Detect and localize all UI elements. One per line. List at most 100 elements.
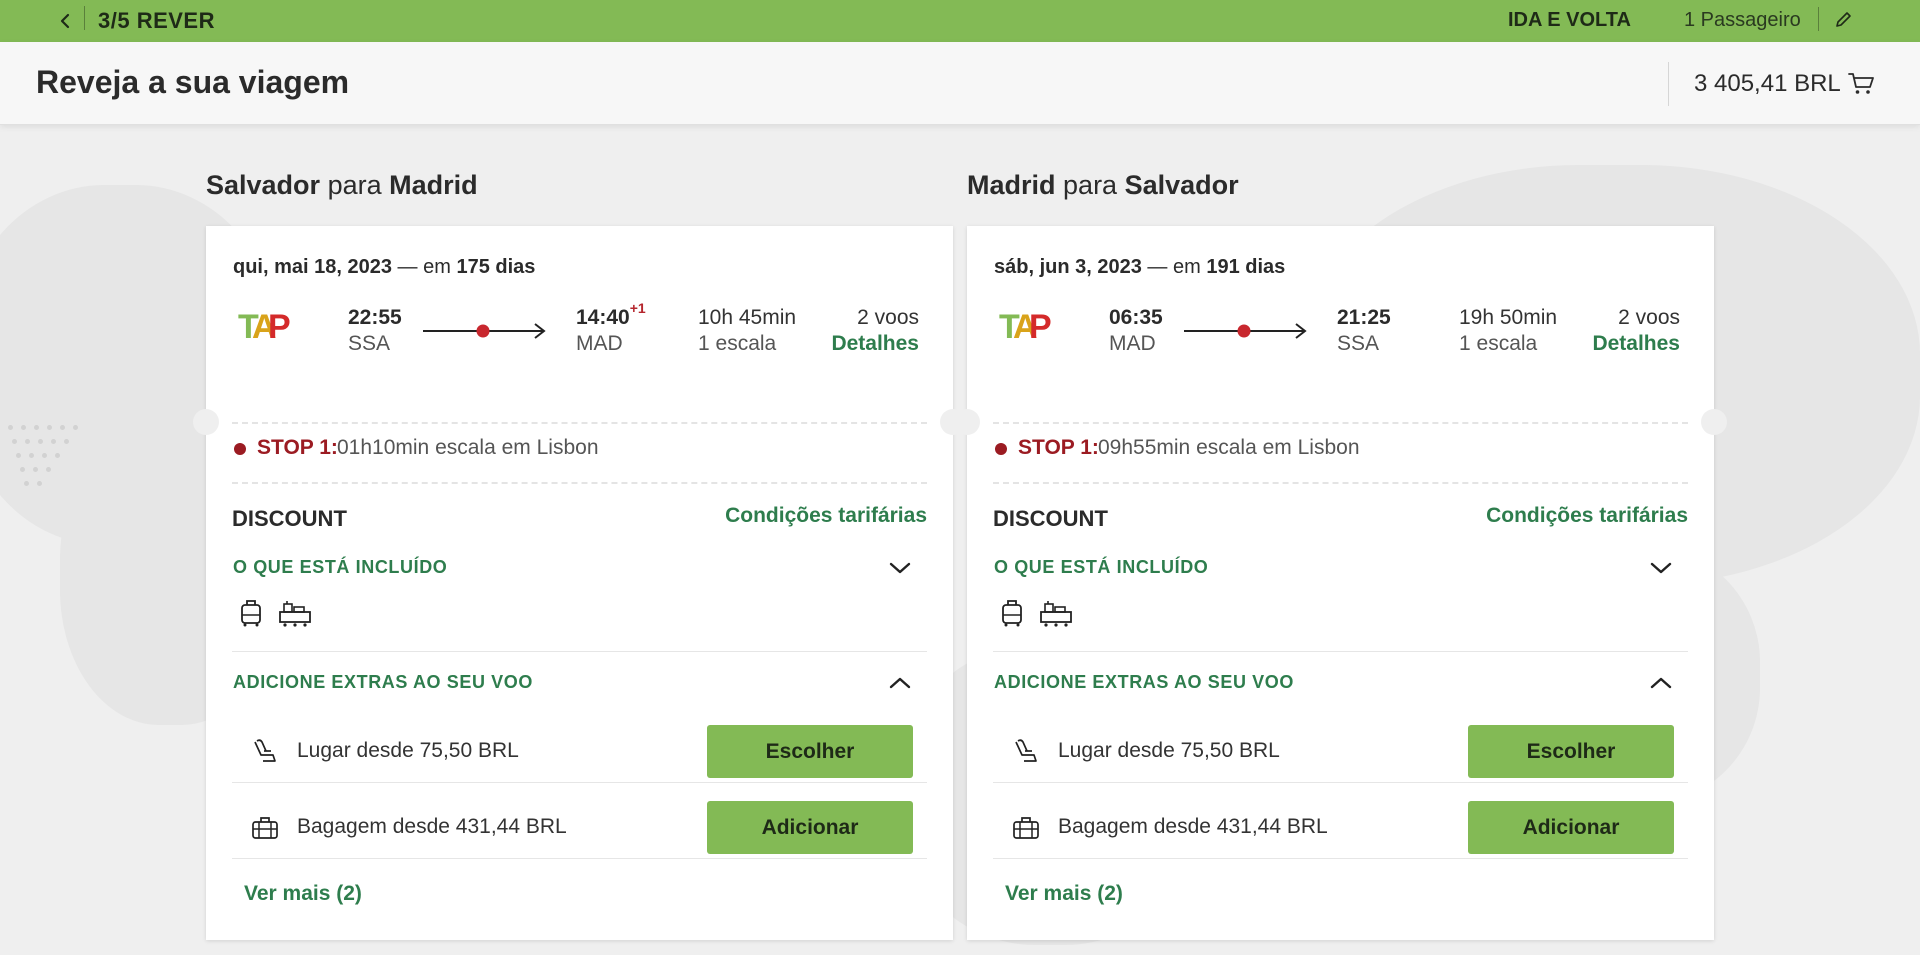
fare-conditions-link[interactable]: Condições tarifárias — [1486, 504, 1688, 528]
extras-section-label: ADICIONE EXTRAS AO SEU VOO — [994, 672, 1294, 692]
ticket-notch — [193, 409, 219, 435]
flight-date: sáb, jun 3, 2023 — em 191 dias — [994, 256, 1285, 279]
map-dot — [33, 467, 38, 472]
back-button[interactable] — [50, 6, 80, 36]
dashed-divider — [232, 482, 927, 484]
stop-layover-text: 01h10min escala em Lisbon — [337, 436, 599, 459]
extras-section-toggle[interactable]: ADICIONE EXTRAS AO SEU VOO — [993, 668, 1688, 698]
see-more-extras-link[interactable]: Ver mais (2) — [244, 882, 362, 906]
add-baggage-button[interactable]: Adicionar — [707, 801, 913, 854]
included-section-label: O QUE ESTÁ INCLUÍDO — [233, 557, 448, 577]
details-link[interactable]: Detalhes — [831, 332, 919, 356]
stop-layover-text: 09h55min escala em Lisbon — [1098, 436, 1360, 459]
map-dot — [42, 453, 47, 458]
trip-type-label: IDA E VOLTA — [1508, 9, 1631, 31]
seat-icon — [254, 739, 276, 762]
flight-date-suffix: — em — [1147, 256, 1201, 278]
stop-label: STOP 1: — [257, 436, 338, 459]
svg-text:P: P — [268, 308, 291, 344]
flight-date: qui, mai 18, 2023 — em 175 dias — [233, 256, 535, 279]
flight-date-suffix: — em — [397, 256, 451, 278]
map-dot — [60, 425, 65, 430]
fare-conditions-link[interactable]: Condições tarifárias — [725, 504, 927, 528]
baggage-extra-row: Bagagem desde 431,44 BRL Adicionar — [232, 791, 927, 865]
map-dot — [47, 425, 52, 430]
map-dot — [24, 481, 29, 486]
departure-time: 06:35 — [1109, 306, 1163, 329]
fare-family-name: DISCOUNT — [993, 506, 1108, 531]
stop-count: 1 escala — [698, 332, 777, 355]
section-divider — [232, 651, 927, 652]
add-baggage-button[interactable]: Adicionar — [1468, 801, 1674, 854]
extras-section-label: ADICIONE EXTRAS AO SEU VOO — [233, 672, 533, 692]
row-divider — [993, 858, 1688, 859]
flight-card: sáb, jun 3, 2023 — em 191 dias T A P 06:… — [954, 226, 1727, 940]
section-divider — [993, 651, 1688, 652]
included-section-toggle[interactable]: O QUE ESTÁ INCLUÍDO — [232, 553, 927, 583]
step-indicator: 3/5 REVER — [98, 8, 215, 33]
choose-seat-button[interactable]: Escolher — [707, 725, 913, 778]
suitcase-icon — [252, 817, 278, 839]
included-section-toggle[interactable]: O QUE ESTÁ INCLUÍDO — [993, 553, 1688, 583]
top-bar: 3/5 REVER IDA E VOLTA 1 Passageiro — [0, 0, 1920, 42]
baggage-extra-row: Bagagem desde 431,44 BRL Adicionar — [993, 791, 1688, 865]
map-dot — [20, 467, 25, 472]
route-title: Salvador para Madrid — [206, 170, 953, 226]
map-dot — [29, 453, 34, 458]
arrival-time: 14:40+1 — [576, 300, 646, 330]
stop-count: 1 escala — [1459, 332, 1538, 355]
seat-price-text: Lugar desde 75,50 BRL — [297, 739, 519, 762]
map-dot — [46, 467, 51, 472]
departure-airport-code: MAD — [1109, 332, 1156, 355]
page-title: Reveja a sua viagem — [36, 64, 350, 100]
row-divider — [232, 858, 927, 859]
passenger-count: 1 Passageiro — [1684, 9, 1801, 31]
checked-baggage-icon — [1040, 601, 1072, 627]
baggage-price-text: Bagagem desde 431,44 BRL — [1058, 815, 1328, 838]
flight-card: qui, mai 18, 2023 — em 175 dias T A P 22… — [193, 226, 966, 940]
ticket-notch — [1701, 409, 1727, 435]
days-until: 191 dias — [1206, 256, 1286, 278]
tap-airline-logo: T A P — [236, 308, 296, 346]
svg-text:P: P — [1029, 308, 1052, 344]
map-dot — [51, 439, 56, 444]
top-divider — [1818, 7, 1819, 31]
see-more-extras-link[interactable]: Ver mais (2) — [1005, 882, 1123, 906]
seat-extra-row: Lugar desde 75,50 BRL Escolher — [232, 715, 927, 789]
arrival-time-value: 21:25 — [1337, 306, 1391, 329]
arrival-airport-code: SSA — [1337, 332, 1380, 355]
chevron-up-icon — [1650, 677, 1672, 689]
total-price[interactable]: 3 405,41 BRL — [1694, 70, 1841, 98]
map-dot — [34, 425, 39, 430]
map-dot — [64, 439, 69, 444]
cart-button[interactable] — [1846, 68, 1876, 98]
row-divider — [993, 782, 1688, 783]
details-link[interactable]: Detalhes — [1592, 332, 1680, 356]
carry-on-bag-icon — [1002, 600, 1022, 627]
tap-airline-logo: T A P — [997, 308, 1057, 346]
flight-date-value: sáb, jun 3, 2023 — [994, 256, 1142, 278]
flights-count: 2 voos — [1618, 306, 1680, 329]
map-dot — [55, 453, 60, 458]
flights-count: 2 voos — [857, 306, 919, 329]
pencil-icon — [1836, 12, 1851, 27]
header-divider — [1668, 62, 1669, 106]
dashed-divider — [993, 482, 1688, 484]
map-dot — [38, 439, 43, 444]
days-until: 175 dias — [456, 256, 536, 278]
edit-search-button[interactable] — [1832, 8, 1856, 32]
seat-extra-row: Lugar desde 75,50 BRL Escolher — [993, 715, 1688, 789]
route-origin: Salvador — [206, 170, 321, 200]
flight-date-value: qui, mai 18, 2023 — [233, 256, 392, 278]
choose-seat-button[interactable]: Escolher — [1468, 725, 1674, 778]
map-dot — [21, 425, 26, 430]
flight-leg: Madrid para Salvador sáb, jun 3, 2023 — … — [954, 170, 1727, 940]
map-dot — [37, 481, 42, 486]
flight-duration: 10h 45min — [698, 306, 797, 329]
baggage-price-text: Bagagem desde 431,44 BRL — [297, 815, 567, 838]
map-dot — [12, 439, 17, 444]
extras-section-toggle[interactable]: ADICIONE EXTRAS AO SEU VOO — [232, 668, 927, 698]
route-destination: Salvador — [1124, 170, 1239, 200]
map-dot — [16, 453, 21, 458]
arrival-airport-code: MAD — [576, 332, 623, 355]
